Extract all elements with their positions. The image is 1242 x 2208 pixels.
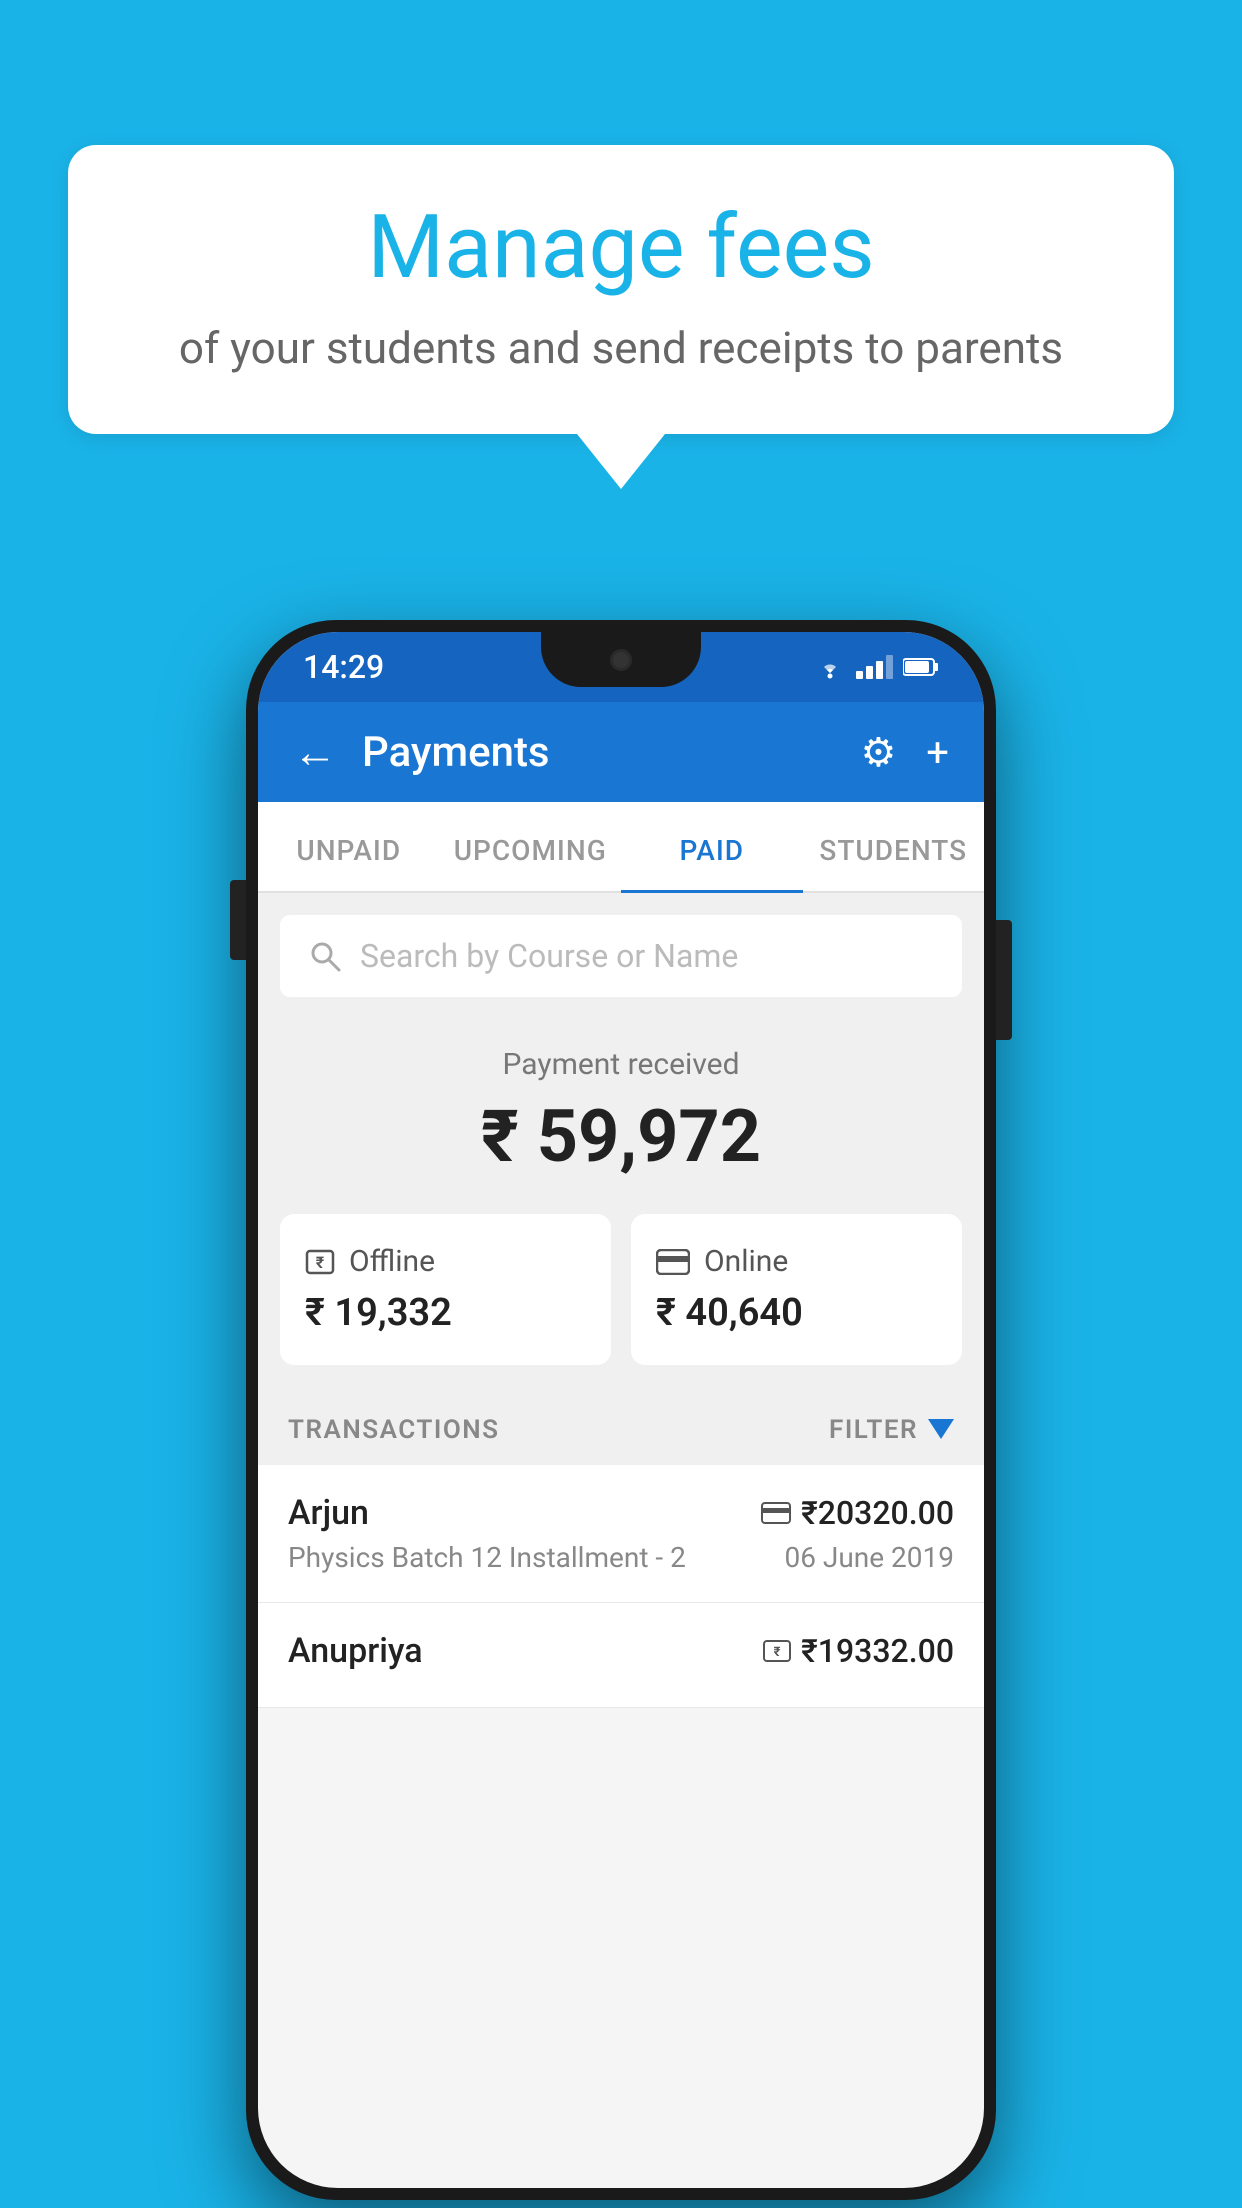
wifi-icon bbox=[814, 655, 846, 679]
payment-rupee-icon: ₹ bbox=[763, 1640, 791, 1662]
status-time: 14:29 bbox=[303, 648, 384, 686]
status-bar: 14:29 bbox=[258, 632, 984, 702]
search-icon bbox=[308, 939, 342, 973]
transaction-amount: ₹20320.00 bbox=[801, 1494, 954, 1532]
filter-icon bbox=[928, 1419, 954, 1441]
tab-unpaid[interactable]: UNPAID bbox=[258, 802, 440, 891]
search-placeholder: Search by Course or Name bbox=[360, 937, 738, 975]
transaction-amount-wrap: ₹20320.00 bbox=[761, 1494, 954, 1532]
offline-card: ₹ Offline ₹ 19,332 bbox=[280, 1214, 611, 1365]
add-icon[interactable]: + bbox=[926, 729, 949, 776]
online-label: Online bbox=[704, 1244, 788, 1279]
camera bbox=[610, 649, 632, 671]
battery-icon bbox=[903, 657, 939, 677]
app-bar-title: Payments bbox=[362, 728, 835, 777]
transaction-row-bottom: Physics Batch 12 Installment - 2 06 June… bbox=[288, 1541, 954, 1574]
transaction-item: Anupriya ₹ ₹19332.00 bbox=[258, 1603, 984, 1708]
offline-label: Offline bbox=[349, 1244, 435, 1279]
content-area: Search by Course or Name Payment receive… bbox=[258, 893, 984, 1708]
status-icons bbox=[814, 655, 939, 679]
offline-amount: ₹ 19,332 bbox=[305, 1291, 586, 1335]
transaction-item: Arjun ₹20320.00 Physics Batch 12 Install… bbox=[258, 1465, 984, 1603]
filter-button[interactable]: FILTER bbox=[829, 1415, 954, 1445]
online-card: Online ₹ 40,640 bbox=[631, 1214, 962, 1365]
payment-summary: Payment received ₹ 59,972 bbox=[258, 997, 984, 1214]
payment-card-icon bbox=[761, 1502, 791, 1524]
notch bbox=[541, 632, 701, 687]
phone-wrapper: 14:29 bbox=[246, 620, 996, 2200]
settings-icon[interactable]: ⚙ bbox=[860, 729, 896, 776]
tabs-bar: UNPAID UPCOMING PAID STUDENTS bbox=[258, 802, 984, 893]
app-bar: ← Payments ⚙ + bbox=[258, 702, 984, 802]
speech-bubble-subtitle: of your students and send receipts to pa… bbox=[128, 322, 1114, 374]
transaction-row-top: Arjun ₹20320.00 bbox=[288, 1493, 954, 1533]
offline-card-header: ₹ Offline bbox=[305, 1244, 586, 1279]
phone-outer: 14:29 bbox=[246, 620, 996, 2200]
search-bar[interactable]: Search by Course or Name bbox=[280, 915, 962, 997]
back-button[interactable]: ← bbox=[293, 726, 337, 778]
rupee-card-icon: ₹ bbox=[305, 1247, 335, 1277]
phone-screen: 14:29 bbox=[258, 632, 984, 2188]
transaction-name: Arjun bbox=[288, 1493, 369, 1533]
transactions-header: TRANSACTIONS FILTER bbox=[258, 1395, 984, 1465]
speech-bubble-section: Manage fees of your students and send re… bbox=[68, 145, 1174, 489]
speech-bubble-title: Manage fees bbox=[128, 200, 1114, 297]
tab-students[interactable]: STUDENTS bbox=[803, 802, 985, 891]
credit-card-icon bbox=[656, 1249, 690, 1275]
transaction-name: Anupriya bbox=[288, 1631, 423, 1671]
speech-bubble-arrow bbox=[577, 434, 665, 489]
svg-text:₹: ₹ bbox=[316, 1253, 325, 1272]
transaction-amount: ₹19332.00 bbox=[801, 1632, 954, 1670]
transaction-course: Physics Batch 12 Installment - 2 bbox=[288, 1541, 686, 1574]
speech-bubble: Manage fees of your students and send re… bbox=[68, 145, 1174, 434]
online-card-header: Online bbox=[656, 1244, 937, 1279]
transaction-amount-wrap: ₹ ₹19332.00 bbox=[763, 1632, 954, 1670]
svg-text:₹: ₹ bbox=[774, 1645, 781, 1660]
tab-upcoming[interactable]: UPCOMING bbox=[440, 802, 622, 891]
payment-cards: ₹ Offline ₹ 19,332 Onl bbox=[258, 1214, 984, 1395]
tab-paid[interactable]: PAID bbox=[621, 802, 803, 891]
payment-received-label: Payment received bbox=[288, 1047, 954, 1082]
app-bar-actions: ⚙ + bbox=[860, 729, 949, 776]
signal-icon bbox=[856, 655, 893, 679]
online-amount: ₹ 40,640 bbox=[656, 1291, 937, 1335]
transactions-label: TRANSACTIONS bbox=[288, 1415, 500, 1445]
transaction-date: 06 June 2019 bbox=[784, 1541, 954, 1574]
payment-amount: ₹ 59,972 bbox=[288, 1094, 954, 1179]
transaction-list: Arjun ₹20320.00 Physics Batch 12 Install… bbox=[258, 1465, 984, 1708]
transaction-row-top: Anupriya ₹ ₹19332.00 bbox=[288, 1631, 954, 1671]
